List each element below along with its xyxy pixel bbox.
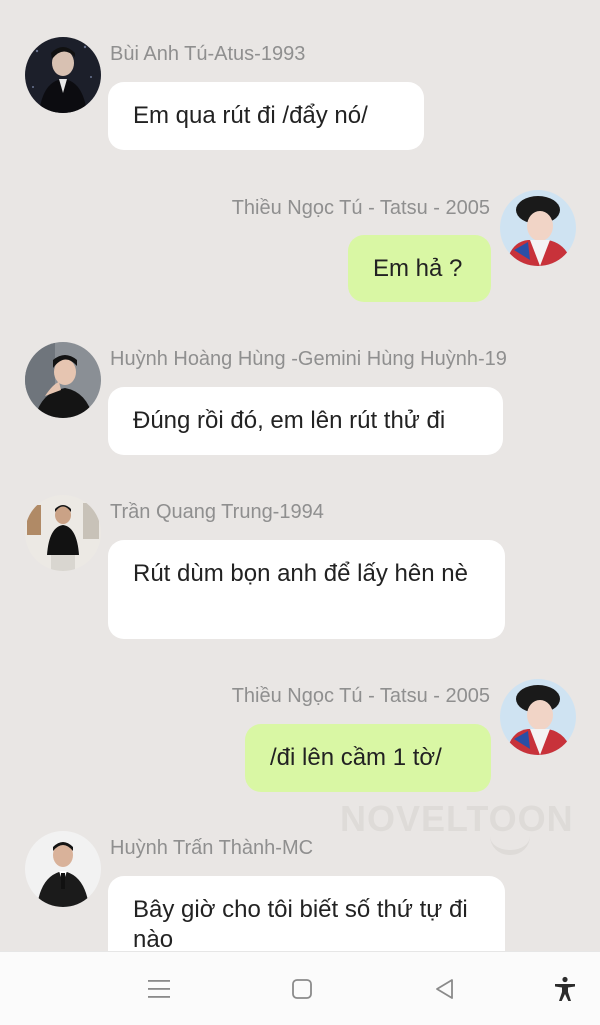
home-button[interactable]: [287, 974, 317, 1004]
avatar-girl-red-robe-icon: [500, 679, 576, 755]
accessibility-icon: [555, 976, 575, 1001]
message-bubble[interactable]: Bây giờ cho tôi biết số thứ tự đi nào: [108, 876, 505, 951]
menu-button[interactable]: [144, 974, 174, 1004]
back-triangle-icon: [436, 979, 453, 999]
avatar[interactable]: [25, 342, 101, 418]
back-button[interactable]: [430, 974, 460, 1004]
chat-area: Bùi Anh Tú-Atus-1993 Em qua rút đi /đẩy …: [0, 0, 600, 951]
avatar[interactable]: [500, 190, 576, 266]
message-bubble[interactable]: Đúng rồi đó, em lên rút thử đi: [108, 387, 503, 455]
sender-name: Thiều Ngọc Tú - Tatsu - 2005: [231, 685, 490, 707]
message-bubble[interactable]: /đi lên cầm 1 tờ/: [245, 724, 491, 792]
menu-icon: [148, 980, 170, 998]
accessibility-button[interactable]: [550, 974, 580, 1004]
avatar-man-suit-icon: [25, 831, 101, 907]
message-bubble[interactable]: Em hả ?: [348, 235, 491, 302]
avatar[interactable]: [25, 495, 101, 571]
message-bubble[interactable]: Em qua rút đi /đẩy nó/: [108, 82, 424, 150]
sender-name: Huỳnh Hoàng Hùng -Gemini Hùng Huỳnh-19: [110, 348, 507, 370]
sender-name: Huỳnh Trấn Thành-MC: [110, 837, 314, 859]
sender-name: Thiều Ngọc Tú - Tatsu - 2005: [231, 197, 490, 219]
avatar[interactable]: [500, 679, 576, 755]
message-bubble[interactable]: Rút dùm bọn anh để lấy hên nè: [108, 540, 505, 639]
avatar[interactable]: [25, 831, 101, 907]
system-nav-bar: [0, 951, 600, 1025]
avatar-girl-red-robe-icon: [500, 190, 576, 266]
sender-name: Bùi Anh Tú-Atus-1993: [110, 43, 306, 65]
avatar[interactable]: [25, 37, 101, 113]
home-square-icon: [292, 979, 312, 999]
watermark: NOVELTOON: [340, 798, 574, 839]
avatar-man-standing-room-icon: [25, 495, 101, 571]
sender-name: Trần Quang Trung-1994: [110, 501, 324, 523]
avatar-man-black-shirt-icon: [25, 342, 101, 418]
avatar-man-dark-suit-icon: [25, 37, 101, 113]
